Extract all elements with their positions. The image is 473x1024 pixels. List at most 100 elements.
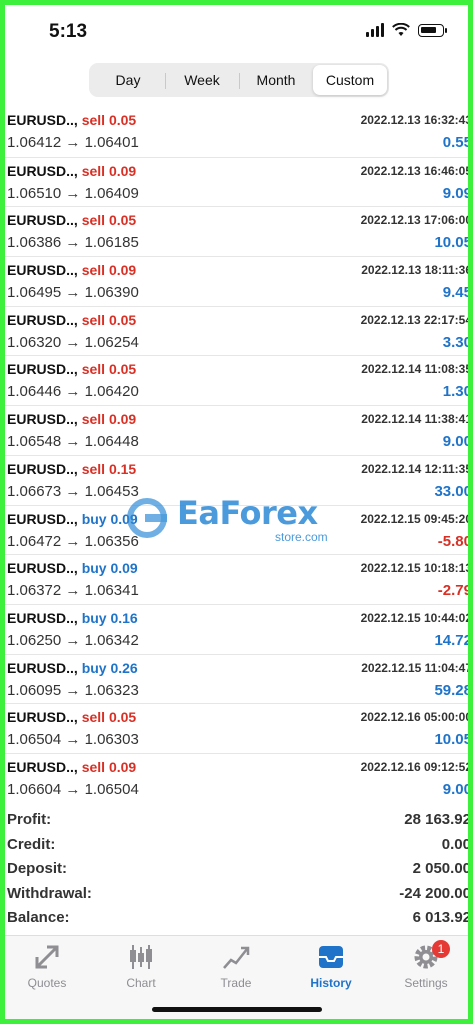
- chart-icon: [130, 945, 152, 969]
- trade-symbol: EURUSD..,: [7, 758, 78, 775]
- trade-side: sell: [81, 758, 106, 775]
- period-selector: Day Week Month Custom: [89, 63, 389, 97]
- tab-history-label: History: [310, 976, 352, 990]
- trade-row[interactable]: EURUSD.., buy 0.26 1.06095 → 1.06323 2022.…: [5, 653, 468, 704]
- trade-profit: 14.72: [434, 631, 472, 649]
- trade-time: 2022.12.15 11:04:47: [361, 660, 472, 675]
- summary-label: Profit:: [7, 811, 52, 828]
- trade-profit: -2.79: [437, 582, 472, 600]
- tab-chart[interactable]: Chart: [101, 942, 181, 990]
- trade-title: EURUSD.., buy 0.09: [7, 511, 138, 527]
- home-indicator: [152, 1007, 322, 1012]
- period-tab-week[interactable]: Week: [165, 65, 239, 95]
- trade-side: sell: [81, 162, 106, 179]
- trade-row[interactable]: EURUSD.., sell 0.09 1.06510 → 1.06409 2022…: [5, 156, 468, 207]
- tab-settings-label: Settings: [404, 976, 448, 990]
- trade-close-price: 1.06303: [84, 731, 139, 749]
- trade-side: buy: [81, 659, 107, 676]
- trade-title: EURUSD.., sell 0.05: [7, 361, 136, 377]
- trade-profit: 3.30: [442, 333, 472, 351]
- period-tab-custom[interactable]: Custom: [313, 65, 387, 95]
- arrow-right-icon: →: [61, 631, 85, 649]
- trade-title: EURUSD.., sell 0.09: [7, 262, 136, 278]
- trade-open-price: 1.06095: [7, 681, 62, 699]
- trade-time: 2022.12.15 10:44:02: [360, 610, 472, 625]
- trade-prices: 1.06372 → 1.06341: [7, 582, 139, 599]
- trade-symbol: EURUSD..,: [7, 162, 78, 179]
- period-tab-day[interactable]: Day: [91, 65, 165, 95]
- trade-row[interactable]: EURUSD.., sell 0.09 1.06548 → 1.06448 2022…: [5, 405, 468, 455]
- trade-title: EURUSD.., sell 0.09: [7, 163, 136, 179]
- trade-close-price: 1.06504: [84, 780, 139, 798]
- tab-history[interactable]: History: [291, 942, 371, 990]
- trade-side: sell: [81, 212, 106, 229]
- trade-row[interactable]: EURUSD.., sell 0.05 1.06446 → 1.06420 2022…: [5, 355, 468, 405]
- trade-time: 2022.12.13 17:06:00: [360, 213, 472, 228]
- trade-prices: 1.06386 → 1.06185: [7, 234, 139, 251]
- trade-side: sell: [81, 262, 106, 279]
- tab-trade-label: Trade: [220, 976, 252, 990]
- summary-label: Deposit:: [7, 860, 67, 877]
- trade-volume: 0.09: [110, 560, 138, 577]
- settings-notification-badge: 1: [432, 940, 450, 958]
- trade-title: EURUSD.., sell 0.05: [7, 709, 136, 725]
- trade-profit: 9.00: [442, 780, 472, 798]
- trade-side: sell: [81, 311, 106, 328]
- summary-value: 28 163.92: [404, 811, 471, 828]
- trade-time: 2022.12.13 16:32:43: [360, 113, 472, 127]
- trade-symbol: EURUSD..,: [7, 709, 78, 726]
- trade-open-price: 1.06386: [7, 234, 62, 252]
- summary-value: -24 200.00: [399, 884, 471, 902]
- trade-close-price: 1.06401: [84, 134, 139, 151]
- trade-row[interactable]: EURUSD.., sell 0.05 1.06412 → 1.06401 2022…: [5, 107, 468, 157]
- arrow-right-icon: →: [61, 184, 85, 202]
- trade-volume: 0.26: [110, 659, 138, 676]
- trade-open-price: 1.06495: [7, 284, 62, 302]
- trade-profit: 1.30: [442, 383, 472, 401]
- trade-row[interactable]: EURUSD.., sell 0.09 1.06495 → 1.06390 2022…: [5, 256, 468, 306]
- summary-value: 0.00: [441, 835, 471, 853]
- tab-quotes-label: Quotes: [27, 976, 67, 990]
- trade-row[interactable]: EURUSD.., sell 0.05 1.06386 → 1.06185 2022…: [5, 206, 468, 256]
- trade-title: EURUSD.., sell 0.05: [7, 312, 136, 328]
- trade-profit: 0.55: [442, 134, 472, 151]
- trade-time: 2022.12.14 11:38:41: [361, 412, 472, 427]
- account-summary: Profit: 28 163.92 Credit: 0.00 Deposit: 2 050…: [5, 809, 468, 932]
- summary-row: Credit: 0.00: [5, 834, 468, 859]
- trade-side: buy: [81, 560, 107, 577]
- trade-profit: 10.05: [434, 234, 472, 252]
- trade-symbol: EURUSD..,: [7, 411, 78, 428]
- trade-time: 2022.12.16 09:12:52: [360, 759, 472, 774]
- trade-title: EURUSD.., sell 0.15: [7, 461, 136, 477]
- status-icons: [366, 23, 447, 37]
- trade-volume: 0.09: [108, 262, 137, 279]
- trade-title: EURUSD.., buy 0.16: [7, 610, 138, 626]
- period-tab-month[interactable]: Month: [239, 65, 313, 95]
- arrow-right-icon: →: [61, 681, 85, 699]
- trade-prices: 1.06510 → 1.06409: [7, 185, 139, 202]
- tab-trade[interactable]: Trade: [196, 942, 276, 990]
- trade-open-price: 1.06372: [7, 582, 62, 600]
- trade-time: 2022.12.14 12:11:35: [361, 461, 472, 476]
- trade-row[interactable]: EURUSD.., buy 0.09 1.06372 → 1.06341 2022.…: [5, 554, 468, 604]
- trade-side: buy: [81, 609, 107, 626]
- arrow-right-icon: →: [61, 284, 85, 302]
- trade-side: buy: [81, 510, 107, 527]
- trade-profit: -5.80: [437, 532, 472, 550]
- tab-quotes[interactable]: Quotes: [7, 942, 87, 990]
- arrow-right-icon: →: [61, 780, 85, 798]
- trade-row[interactable]: EURUSD.., sell 0.05 1.06320 → 1.06254 2022…: [5, 305, 468, 356]
- trade-prices: 1.06604 → 1.06504: [7, 781, 139, 798]
- trade-volume: 0.05: [108, 709, 137, 726]
- tab-settings[interactable]: 1 Settings: [386, 940, 466, 990]
- trade-open-price: 1.06472: [7, 532, 62, 550]
- trade-symbol: EURUSD..,: [7, 659, 78, 676]
- trade-row[interactable]: EURUSD.., buy 0.16 1.06250 → 1.06342 2022.…: [5, 603, 468, 654]
- status-time: 5:13: [49, 21, 88, 42]
- trade-time: 2022.12.15 09:45:20: [360, 511, 472, 526]
- trade-row[interactable]: EURUSD.., sell 0.05 1.06504 → 1.06303 2022…: [5, 703, 468, 753]
- trade-profit: 10.05: [434, 731, 472, 749]
- trade-close-price: 1.06390: [84, 284, 139, 302]
- trade-row[interactable]: EURUSD.., sell 0.09 1.06604 → 1.06504 2022…: [5, 752, 468, 803]
- trade-close-price: 1.06341: [84, 582, 139, 600]
